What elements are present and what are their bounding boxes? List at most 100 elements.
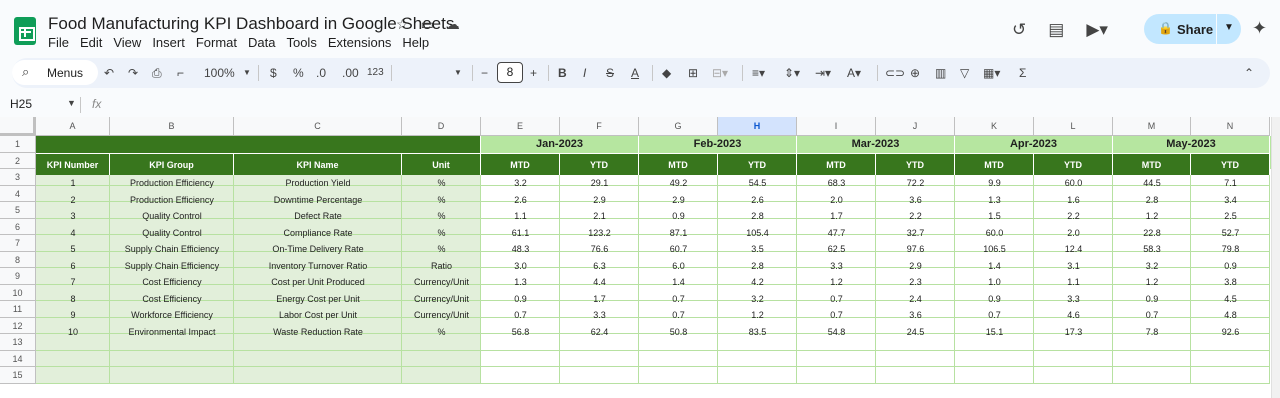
functions-icon[interactable]: Σ [1019,64,1026,82]
kpi-info-cell[interactable]: 9 [36,307,110,324]
kpi-value-cell[interactable]: 3.2 [1113,258,1191,275]
kpi-value-cell[interactable]: 4.6 [1034,307,1113,324]
kpi-value-cell[interactable]: 2.8 [1113,192,1191,209]
row-header-9[interactable]: 9 [0,268,36,285]
text-wrap-icon[interactable]: ⇥▾ [815,64,831,82]
menu-extensions[interactable]: Extensions [328,35,392,50]
kpi-value-cell[interactable]: 2.1 [560,208,639,225]
kpi-info-cell[interactable]: Ratio [402,258,481,275]
grid-cell[interactable] [234,367,402,384]
kpi-info-cell[interactable]: 2 [36,192,110,209]
grid-cell[interactable] [876,367,955,384]
grid-cell[interactable] [1113,367,1191,384]
kpi-value-cell[interactable]: 3.1 [1034,258,1113,275]
menu-tools[interactable]: Tools [286,35,316,50]
kpi-info-cell[interactable]: 7 [36,274,110,291]
kpi-info-cell[interactable]: % [402,192,481,209]
gemini-icon[interactable]: ✦ [1252,18,1267,39]
kpi-value-cell[interactable]: 2.8 [718,208,797,225]
grid-cell[interactable] [955,367,1034,384]
grid-cell[interactable] [36,350,110,367]
kpi-value-cell[interactable]: 6.0 [639,258,718,275]
borders-icon[interactable]: ⊞ [688,64,698,82]
row-header-14[interactable]: 14 [0,350,36,367]
kpi-value-cell[interactable]: 79.8 [1191,241,1270,258]
increase-font-size-button[interactable]: + [530,64,537,82]
row-header-4[interactable]: 4 [0,185,36,202]
kpi-value-cell[interactable]: 3.8 [1191,274,1270,291]
number-format-button[interactable]: 123 [367,64,384,82]
kpi-info-cell[interactable]: Defect Rate [234,208,402,225]
kpi-info-cell[interactable]: 5 [36,241,110,258]
kpi-value-cell[interactable]: 48.3 [481,241,560,258]
kpi-info-cell[interactable]: 10 [36,324,110,341]
kpi-value-cell[interactable]: 62.4 [560,324,639,341]
kpi-info-cell[interactable]: % [402,225,481,242]
menus-search[interactable]: ⌕ Menus [12,60,98,85]
kpi-value-cell[interactable]: 2.0 [797,192,876,209]
grid-cell[interactable] [1113,350,1191,367]
kpi-value-cell[interactable]: 9.9 [955,175,1034,192]
kpi-value-cell[interactable]: 2.2 [1034,208,1113,225]
kpi-value-cell[interactable]: 1.5 [955,208,1034,225]
kpi-value-cell[interactable]: 1.4 [639,274,718,291]
kpi-value-cell[interactable]: 0.9 [1191,258,1270,275]
document-title[interactable]: Food Manufacturing KPI Dashboard in Goog… [48,14,454,34]
kpi-info-cell[interactable]: % [402,324,481,341]
fill-color-icon[interactable]: ◆ [662,64,671,82]
menu-data[interactable]: Data [248,35,275,50]
kpi-info-cell[interactable]: Production Efficiency [110,192,234,209]
kpi-value-cell[interactable]: 3.3 [560,307,639,324]
column-header-h[interactable]: H [718,117,797,136]
kpi-value-cell[interactable]: 3.6 [876,192,955,209]
kpi-value-cell[interactable]: 0.7 [481,307,560,324]
kpi-info-cell[interactable]: Cost Efficiency [110,274,234,291]
kpi-value-cell[interactable]: 2.9 [876,258,955,275]
kpi-value-cell[interactable]: 0.7 [639,307,718,324]
grid-cell[interactable] [481,367,560,384]
column-header-n[interactable]: N [1191,117,1270,136]
insert-chart-icon[interactable]: ▥ [935,64,946,82]
decrease-font-size-button[interactable]: − [481,64,488,82]
column-header-f[interactable]: F [560,117,639,136]
kpi-value-cell[interactable]: 4.5 [1191,291,1270,308]
kpi-value-cell[interactable]: 106.5 [955,241,1034,258]
grid-cell[interactable] [718,367,797,384]
kpi-value-cell[interactable]: 60.0 [955,225,1034,242]
kpi-value-cell[interactable]: 3.5 [718,241,797,258]
kpi-value-cell[interactable]: 2.4 [876,291,955,308]
kpi-value-cell[interactable]: 1.0 [955,274,1034,291]
italic-icon[interactable]: I [583,64,586,82]
grid-cell[interactable] [639,350,718,367]
horizontal-align-icon[interactable]: ≡▾ [752,64,765,82]
kpi-info-cell[interactable]: Inventory Turnover Ratio [234,258,402,275]
name-box[interactable]: H25 [10,97,32,111]
menu-format[interactable]: Format [196,35,237,50]
kpi-value-cell[interactable]: 1.1 [1034,274,1113,291]
zoom-select[interactable]: 100% [204,64,235,82]
kpi-value-cell[interactable]: 3.3 [1034,291,1113,308]
increase-decimal-button[interactable]: .00 [342,64,359,82]
kpi-value-cell[interactable]: 22.8 [1113,225,1191,242]
filter-views-icon[interactable]: ▦▾ [983,64,1000,82]
kpi-value-cell[interactable]: 17.3 [1034,324,1113,341]
kpi-value-cell[interactable]: 56.8 [481,324,560,341]
row-header-15[interactable]: 15 [0,367,36,384]
share-dropdown-icon[interactable]: ▼ [1224,22,1234,33]
kpi-value-cell[interactable]: 68.3 [797,175,876,192]
row-header-2[interactable]: 2 [0,152,36,169]
kpi-info-cell[interactable]: 3 [36,208,110,225]
column-header-g[interactable]: G [639,117,718,136]
column-header-l[interactable]: L [1034,117,1113,136]
kpi-value-cell[interactable]: 61.1 [481,225,560,242]
kpi-value-cell[interactable]: 54.5 [718,175,797,192]
kpi-info-cell[interactable]: Supply Chain Efficiency [110,241,234,258]
grid-cell[interactable] [1191,367,1270,384]
kpi-value-cell[interactable]: 60.0 [1034,175,1113,192]
undo-icon[interactable]: ↶ [104,64,114,82]
grid-cell[interactable] [481,350,560,367]
row-header-1[interactable]: 1 [0,136,36,153]
row-header-11[interactable]: 11 [0,301,36,318]
kpi-value-cell[interactable]: 105.4 [718,225,797,242]
kpi-value-cell[interactable]: 3.6 [876,307,955,324]
